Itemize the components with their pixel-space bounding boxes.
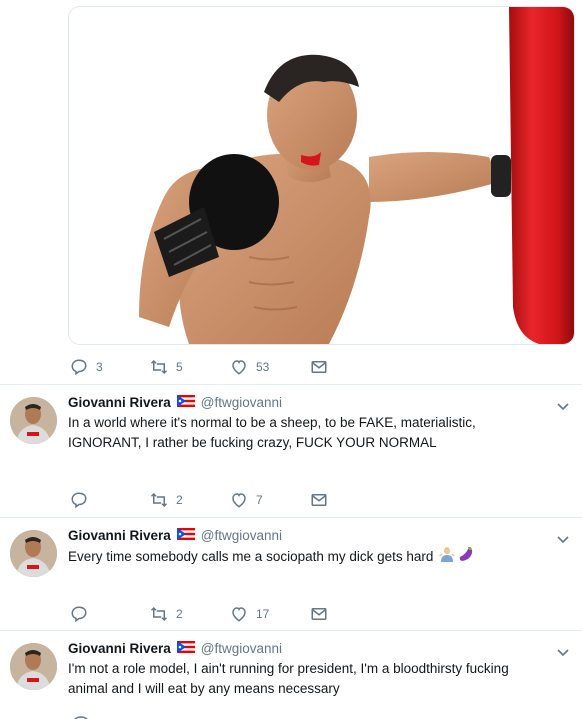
tweet-actions: 2 7 bbox=[70, 489, 330, 511]
envelope-icon bbox=[311, 494, 327, 506]
reply-icon bbox=[71, 492, 87, 509]
avatar[interactable] bbox=[10, 397, 57, 444]
tweet-text: Every time somebody calls me a sociopath… bbox=[68, 549, 434, 564]
direct-message-button[interactable] bbox=[310, 603, 328, 625]
puerto-rico-flag-icon bbox=[176, 395, 195, 410]
envelope-icon bbox=[311, 361, 327, 373]
heart-icon bbox=[232, 360, 246, 375]
tweet-text-row: Every time somebody calls me a sociopath… bbox=[68, 546, 548, 568]
reply-icon bbox=[71, 606, 87, 623]
heart-icon bbox=[232, 607, 246, 622]
like-count: 53 bbox=[256, 360, 270, 374]
user-handle[interactable]: @ftwgiovanni bbox=[201, 641, 282, 656]
reply-icon bbox=[71, 359, 87, 376]
tweet-text: In a world where it's normal to be a she… bbox=[68, 415, 476, 450]
retweet-count: 2 bbox=[176, 607, 183, 621]
like-count: 7 bbox=[256, 493, 263, 507]
user-handle[interactable]: @ftwgiovanni bbox=[201, 528, 282, 543]
tweet-header: Giovanni Rivera @ftwgiovanni bbox=[68, 395, 282, 410]
retweet-button[interactable]: 2 bbox=[150, 489, 183, 511]
tweet[interactable]: Giovanni Rivera @ftwgiovanni I'm not a r… bbox=[0, 631, 582, 719]
direct-message-button[interactable] bbox=[310, 489, 328, 511]
chevron-down-icon[interactable] bbox=[557, 536, 569, 544]
tweet-header: Giovanni Rivera @ftwgiovanni bbox=[68, 528, 282, 543]
reply-count: 3 bbox=[96, 360, 103, 374]
tweet-media-image[interactable] bbox=[68, 6, 575, 345]
retweet-button[interactable]: 5 bbox=[150, 356, 183, 378]
direct-message-button[interactable] bbox=[310, 356, 328, 378]
reply-button[interactable]: 3 bbox=[70, 356, 103, 378]
display-name[interactable]: Giovanni Rivera bbox=[68, 395, 171, 410]
tweet-text: I'm not a role model, I ain't running fo… bbox=[68, 661, 509, 696]
tweet-header: Giovanni Rivera @ftwgiovanni bbox=[68, 641, 282, 656]
retweet-button[interactable]: 2 bbox=[150, 603, 183, 625]
person-shrugging-emoji bbox=[439, 546, 456, 568]
like-button[interactable]: 53 bbox=[230, 356, 269, 378]
display-name[interactable]: Giovanni Rivera bbox=[68, 528, 171, 543]
reply-button[interactable] bbox=[70, 489, 88, 511]
retweet-count: 2 bbox=[176, 493, 183, 507]
like-button[interactable]: 7 bbox=[230, 489, 263, 511]
tweet-actions: 3 5 53 bbox=[70, 356, 330, 378]
puerto-rico-flag-icon bbox=[176, 641, 195, 656]
retweet-count: 5 bbox=[176, 360, 183, 374]
display-name[interactable]: Giovanni Rivera bbox=[68, 641, 171, 656]
user-handle[interactable]: @ftwgiovanni bbox=[201, 395, 282, 410]
retweet-icon bbox=[150, 606, 168, 622]
tweet[interactable]: Giovanni Rivera @ftwgiovanni In a world … bbox=[0, 385, 582, 517]
tweet[interactable]: Giovanni Rivera @ftwgiovanni Every time … bbox=[0, 518, 582, 630]
eggplant-emoji bbox=[458, 546, 474, 568]
chevron-down-icon[interactable] bbox=[557, 403, 569, 411]
chevron-down-icon[interactable] bbox=[557, 649, 569, 657]
heart-icon bbox=[232, 493, 246, 508]
tweet-actions: 2 17 bbox=[70, 603, 330, 625]
retweet-icon bbox=[150, 492, 168, 508]
retweet-icon bbox=[150, 359, 168, 375]
avatar[interactable] bbox=[10, 643, 57, 690]
like-button[interactable]: 17 bbox=[230, 603, 269, 625]
reply-button[interactable] bbox=[70, 603, 88, 625]
puerto-rico-flag-icon bbox=[176, 528, 195, 543]
avatar[interactable] bbox=[10, 530, 57, 577]
reply-icon[interactable] bbox=[72, 715, 90, 719]
envelope-icon bbox=[311, 608, 327, 620]
like-count: 17 bbox=[256, 607, 270, 621]
